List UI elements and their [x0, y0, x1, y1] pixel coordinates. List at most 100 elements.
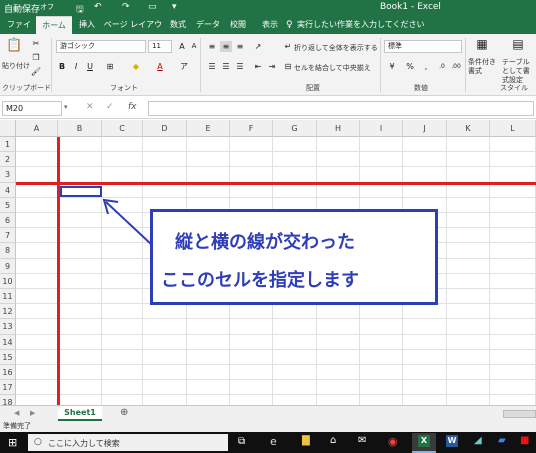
- shrink-font-icon[interactable]: A: [188, 41, 200, 52]
- tab-view[interactable]: 表示: [258, 16, 282, 34]
- group-number-label: 数値: [414, 84, 428, 92]
- align-center-icon[interactable]: ☰: [220, 61, 232, 72]
- name-box-dropdown-icon[interactable]: ▾: [64, 103, 68, 111]
- add-sheet-icon[interactable]: ⊕: [120, 407, 128, 418]
- tab-formulas[interactable]: 数式: [166, 16, 190, 34]
- font-size-select[interactable]: 11: [148, 40, 172, 53]
- bold-icon[interactable]: B: [56, 61, 68, 72]
- align-right-icon[interactable]: ☰: [234, 61, 246, 72]
- lightbulb-icon: ♀: [286, 20, 293, 30]
- callout-line-1: 縦と横の線が交わった: [175, 232, 355, 253]
- tab-data[interactable]: データ: [194, 16, 222, 34]
- group-font-label: フォント: [110, 84, 138, 92]
- excel-taskbar-button[interactable]: X: [412, 433, 436, 453]
- number-format-select[interactable]: 標準: [384, 40, 462, 53]
- phonetic-icon[interactable]: ア: [178, 61, 190, 72]
- wrap-text-button[interactable]: 折り返して全体を表示する: [294, 43, 378, 53]
- window-title: Book1 - Excel: [380, 2, 441, 12]
- font-name-select[interactable]: 游ゴシック: [56, 40, 146, 53]
- edge-icon[interactable]: e: [270, 435, 277, 448]
- comma-style-icon[interactable]: ,: [420, 61, 432, 72]
- copy-icon[interactable]: ❐: [30, 52, 42, 63]
- search-icon: ○: [34, 437, 42, 447]
- app-icon[interactable]: ■: [520, 435, 529, 446]
- align-bottom-icon[interactable]: ≡: [234, 41, 246, 52]
- increase-decimal-icon[interactable]: .0: [436, 61, 448, 72]
- cut-icon[interactable]: ✂: [30, 38, 42, 49]
- callout-line-2: ここのセルを指定します: [161, 270, 359, 291]
- redo-icon[interactable]: ↷: [122, 2, 130, 12]
- conditional-format-icon[interactable]: ▦: [474, 38, 490, 55]
- grow-font-icon[interactable]: A: [176, 41, 188, 52]
- divider: [51, 38, 52, 92]
- underline-icon[interactable]: U: [84, 61, 96, 72]
- insert-function-icon[interactable]: fx: [128, 102, 137, 112]
- tab-review[interactable]: 校閲: [226, 16, 250, 34]
- align-left-icon[interactable]: ☰: [206, 61, 218, 72]
- conditional-format-button[interactable]: 条件付き書式: [468, 58, 502, 76]
- tab-file[interactable]: ファイル: [4, 16, 34, 47]
- decrease-decimal-icon[interactable]: .00: [450, 61, 462, 72]
- format-as-table-button[interactable]: テーブルとして書式設定: [502, 58, 536, 85]
- sheet-tab-bar: ◀ ▶ Sheet1 ⊕: [0, 405, 536, 421]
- ribbon-tabs: ファイル ホーム 挿入 ページ レイアウト 数式 データ 校閲 表示 ♀ 実行し…: [0, 16, 536, 47]
- decrease-indent-icon[interactable]: ⇤: [252, 61, 264, 72]
- worksheet-grid[interactable]: ABCDEFGHIJKL 1 2 3 4 5 6 7 8 9 10 11 12 13 14 15 16 17 18…: [0, 120, 536, 405]
- borders-icon[interactable]: ⊞: [104, 61, 116, 72]
- sheet-tab-sheet1[interactable]: Sheet1: [58, 406, 102, 421]
- divider: [200, 38, 201, 92]
- name-box[interactable]: M20: [2, 101, 62, 116]
- percent-icon[interactable]: %: [404, 61, 416, 72]
- currency-icon[interactable]: ¥: [386, 61, 398, 72]
- app-icon[interactable]: ◢: [474, 435, 482, 446]
- format-as-table-icon[interactable]: ▤: [510, 38, 526, 55]
- task-view-icon[interactable]: ⧉: [238, 436, 245, 447]
- tell-me-search[interactable]: 実行したい作業を入力してください: [297, 16, 425, 34]
- tab-page-layout[interactable]: ページ レイアウト: [102, 16, 164, 47]
- autosave-toggle[interactable]: オフ: [40, 2, 54, 12]
- horizontal-scrollbar[interactable]: [503, 410, 536, 418]
- autosave-label: 自動保存: [4, 5, 41, 15]
- file-explorer-icon[interactable]: ▇: [302, 435, 310, 446]
- merge-center-button[interactable]: セルを結合して中央揃え: [294, 63, 371, 73]
- next-sheet-icon[interactable]: ▶: [30, 409, 35, 417]
- formula-input[interactable]: [148, 101, 534, 116]
- new-file-icon[interactable]: ▭: [148, 2, 157, 12]
- ribbon: 📋 貼り付け ✂ ❐ 🖌 クリップボード 游ゴシック 11 A A B I U …: [0, 34, 536, 96]
- merge-center-icon[interactable]: ⊟: [282, 61, 294, 72]
- increase-indent-icon[interactable]: ⇥: [266, 61, 278, 72]
- align-middle-icon[interactable]: ≡: [220, 41, 232, 52]
- excel-icon: X: [418, 435, 430, 447]
- group-alignment-label: 配置: [306, 84, 320, 92]
- formula-bar: M20 ▾ ✕ ✓ fx: [0, 97, 536, 119]
- mail-icon[interactable]: ✉: [358, 435, 366, 446]
- word-icon[interactable]: W: [446, 435, 458, 447]
- fill-color-icon[interactable]: ◆: [130, 61, 142, 72]
- undo-icon[interactable]: ↶: [94, 2, 102, 12]
- paste-icon[interactable]: 📋: [6, 39, 22, 58]
- customize-qat-icon[interactable]: ▾: [172, 2, 177, 12]
- format-painter-icon[interactable]: 🖌: [30, 66, 42, 77]
- divider: [465, 38, 466, 92]
- align-top-icon[interactable]: ≡: [206, 41, 218, 52]
- italic-icon[interactable]: I: [70, 61, 82, 72]
- prev-sheet-icon[interactable]: ◀: [14, 409, 19, 417]
- taskbar-search-box[interactable]: ○ ここに入力して検索: [28, 434, 228, 451]
- paste-button[interactable]: 貼り付け: [2, 61, 30, 71]
- title-bar: 自動保存 オフ 🖫 ↶ ↷ ▭ ▾ Book1 - Excel: [0, 0, 536, 16]
- tab-home[interactable]: ホーム: [36, 16, 72, 34]
- windows-taskbar: ⊞ ○ ここに入力して検索 ⧉ e ▇ ⌂ ✉ ◉ X W ◢ ▰ ■: [0, 432, 536, 453]
- status-bar: 準備完了: [0, 421, 536, 432]
- orientation-icon[interactable]: ↗: [252, 41, 264, 52]
- wrap-text-icon[interactable]: ↵: [282, 41, 294, 52]
- start-icon[interactable]: ⊞: [8, 436, 17, 449]
- cancel-icon[interactable]: ✕: [86, 102, 94, 112]
- font-color-icon[interactable]: A: [154, 61, 166, 72]
- tab-insert[interactable]: 挿入: [74, 16, 100, 34]
- taskbar-search-input[interactable]: ここに入力して検索: [48, 438, 120, 449]
- store-icon[interactable]: ⌂: [330, 435, 336, 446]
- enter-icon[interactable]: ✓: [106, 102, 114, 112]
- app-icon[interactable]: ▰: [498, 435, 506, 446]
- divider: [380, 38, 381, 92]
- chrome-icon[interactable]: ◉: [388, 435, 398, 448]
